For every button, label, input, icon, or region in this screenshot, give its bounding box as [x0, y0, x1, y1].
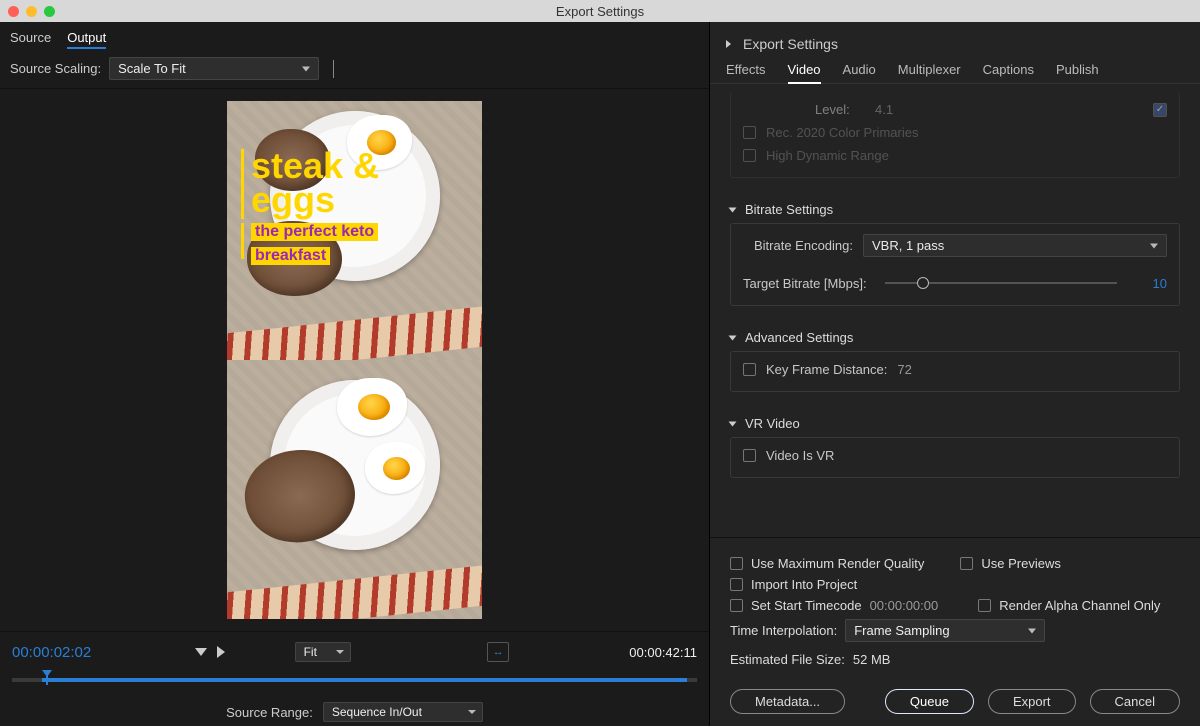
queue-button[interactable]: Queue [885, 689, 974, 714]
import-project-label: Import Into Project [751, 577, 857, 592]
source-scaling-label: Source Scaling: [10, 61, 101, 76]
export-button[interactable]: Export [988, 689, 1076, 714]
time-interpolation-label: Time Interpolation: [730, 623, 837, 638]
render-alpha-label: Render Alpha Channel Only [999, 598, 1160, 613]
keyframe-label: Key Frame Distance: [766, 362, 887, 377]
prev-frame-icon[interactable] [195, 648, 207, 656]
tab-effects[interactable]: Effects [726, 62, 766, 77]
estimated-size-label: Estimated File Size: [730, 652, 845, 667]
level-label: Level: [815, 102, 865, 117]
settings-tabs: Effects Video Audio Multiplexer Captions… [710, 62, 1200, 84]
target-bitrate-slider[interactable] [885, 275, 1117, 291]
text-cursor-icon [333, 60, 334, 78]
export-settings-header: Export Settings [743, 36, 838, 52]
use-max-quality-checkbox[interactable] [730, 557, 743, 570]
level-value: 4.1 [875, 102, 893, 117]
hdr-label: High Dynamic Range [766, 148, 889, 163]
use-previews-label: Use Previews [981, 556, 1060, 571]
set-start-timecode-value: 00:00:00:00 [870, 598, 939, 613]
source-scaling-dropdown[interactable]: Scale To Fit [109, 57, 319, 80]
set-start-timecode-label: Set Start Timecode [751, 598, 862, 613]
bitrate-encoding-dropdown[interactable]: VBR, 1 pass [863, 234, 1167, 257]
source-range-dropdown[interactable]: Sequence In/Out [323, 702, 483, 722]
keyframe-value: 72 [897, 362, 911, 377]
tab-multiplexer[interactable]: Multiplexer [898, 62, 961, 77]
use-previews-checkbox[interactable] [960, 557, 973, 570]
level-checkbox[interactable]: ✓ [1153, 103, 1167, 117]
estimated-size-value: 52 MB [853, 652, 891, 667]
duration-timecode: 00:00:42:11 [629, 645, 697, 660]
vr-checkbox[interactable] [743, 449, 756, 462]
chevron-down-icon[interactable] [729, 421, 737, 426]
advanced-section-header: Advanced Settings [745, 330, 853, 345]
chevron-down-icon[interactable] [729, 335, 737, 340]
window-title: Export Settings [0, 4, 1200, 19]
playhead-icon[interactable] [42, 670, 52, 686]
target-bitrate-label: Target Bitrate [Mbps]: [743, 276, 875, 291]
tab-audio[interactable]: Audio [843, 62, 876, 77]
chevron-down-icon[interactable] [729, 207, 737, 212]
bitrate-encoding-label: Bitrate Encoding: [743, 238, 853, 253]
preview-panel: Source Output Source Scaling: Scale To F… [0, 22, 710, 726]
tab-source[interactable]: Source [10, 30, 51, 49]
vr-label: Video Is VR [766, 448, 834, 463]
tab-publish[interactable]: Publish [1056, 62, 1099, 77]
output-preview: steak & eggs the perfect keto breakfast [227, 101, 482, 619]
tab-captions[interactable]: Captions [983, 62, 1034, 77]
current-timecode[interactable]: 00:00:02:02 [12, 644, 91, 661]
import-project-checkbox[interactable] [730, 578, 743, 591]
rec2020-label: Rec. 2020 Color Primaries [766, 125, 918, 140]
bitrate-section-header: Bitrate Settings [745, 202, 833, 217]
set-start-timecode-checkbox[interactable] [730, 599, 743, 612]
vr-section-header: VR Video [745, 416, 800, 431]
hdr-checkbox[interactable] [743, 149, 756, 162]
target-bitrate-value[interactable]: 10 [1137, 276, 1167, 291]
cancel-button[interactable]: Cancel [1090, 689, 1180, 714]
source-range-label: Source Range: [226, 705, 313, 720]
metadata-button[interactable]: Metadata... [730, 689, 845, 714]
chevron-right-icon[interactable] [726, 40, 731, 48]
play-icon[interactable] [217, 646, 225, 658]
zoom-fit-dropdown[interactable]: Fit [295, 642, 351, 662]
time-interpolation-dropdown[interactable]: Frame Sampling [845, 619, 1045, 642]
tab-video[interactable]: Video [788, 62, 821, 77]
render-alpha-checkbox[interactable] [978, 599, 991, 612]
timeline-scrubber[interactable] [12, 672, 697, 686]
aspect-ratio-icon[interactable]: ↔ [487, 642, 509, 662]
keyframe-checkbox[interactable] [743, 363, 756, 376]
rec2020-checkbox[interactable] [743, 126, 756, 139]
tab-output[interactable]: Output [67, 30, 106, 49]
use-max-quality-label: Use Maximum Render Quality [751, 556, 924, 571]
window-titlebar: Export Settings [0, 0, 1200, 22]
preview-tabs: Source Output [0, 22, 709, 53]
preview-title-overlay: steak & eggs the perfect keto breakfast [241, 149, 379, 265]
settings-panel: Export Settings Effects Video Audio Mult… [710, 22, 1200, 726]
